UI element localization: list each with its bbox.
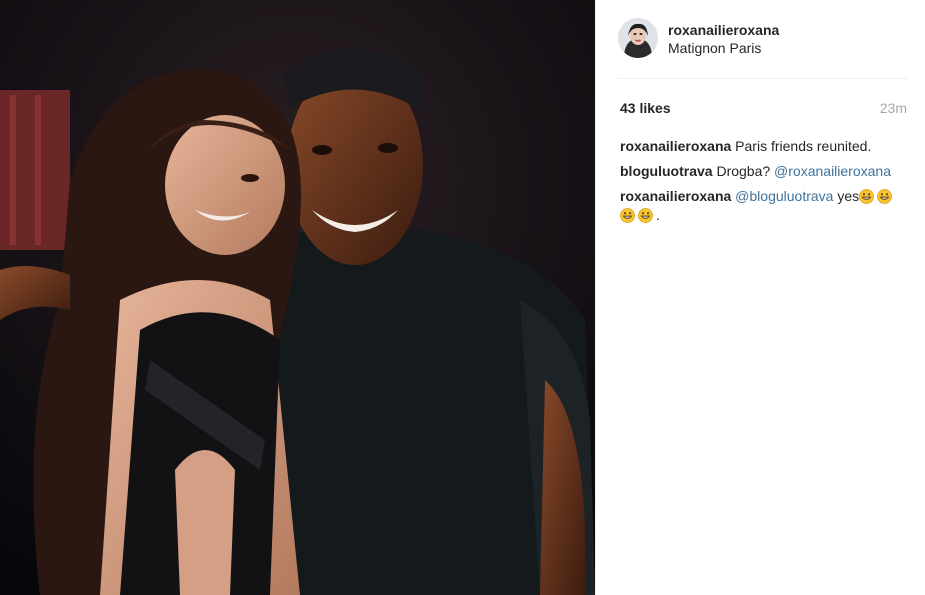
comment-author[interactable]: roxanailieroxana bbox=[620, 188, 731, 204]
grinning-face-icon bbox=[859, 189, 875, 204]
likes-count[interactable]: 43 likes bbox=[620, 100, 671, 116]
grinning-face-icon bbox=[638, 208, 653, 223]
comment-text: Drogba? bbox=[716, 163, 771, 179]
comment-text: Paris friends reunited. bbox=[735, 138, 872, 154]
post-details-panel: roxanailieroxana Matignon Paris 43 likes… bbox=[595, 0, 925, 595]
comment-mention[interactable]: @bloguluotrava bbox=[735, 188, 833, 204]
post-location[interactable]: Matignon Paris bbox=[668, 40, 761, 56]
comment-item: roxanailieroxana @bloguluotrava yes. bbox=[620, 187, 910, 225]
comment-item: roxanailieroxana Paris friends reunited. bbox=[620, 137, 910, 156]
comment-mention[interactable]: @roxanailieroxana bbox=[774, 163, 891, 179]
post-timestamp[interactable]: 23m bbox=[880, 100, 907, 116]
photo-scene bbox=[0, 0, 595, 595]
comments-list: roxanailieroxana Paris friends reunited.… bbox=[620, 137, 910, 231]
avatar-image bbox=[618, 18, 658, 58]
post-photo[interactable] bbox=[0, 0, 595, 595]
comment-text: yes bbox=[837, 188, 860, 204]
comment-item: bloguluotrava Drogba? @roxanailieroxana bbox=[620, 162, 910, 181]
comment-author[interactable]: roxanailieroxana bbox=[620, 138, 731, 154]
post-author[interactable]: roxanailieroxana bbox=[668, 22, 779, 38]
post-header: roxanailieroxana Matignon Paris bbox=[618, 18, 908, 79]
grinning-face-icon bbox=[877, 189, 893, 204]
comment-author[interactable]: bloguluotrava bbox=[620, 163, 713, 179]
grinning-face-icon bbox=[620, 208, 635, 223]
comment-suffix: . bbox=[656, 207, 660, 223]
avatar[interactable] bbox=[618, 18, 658, 58]
